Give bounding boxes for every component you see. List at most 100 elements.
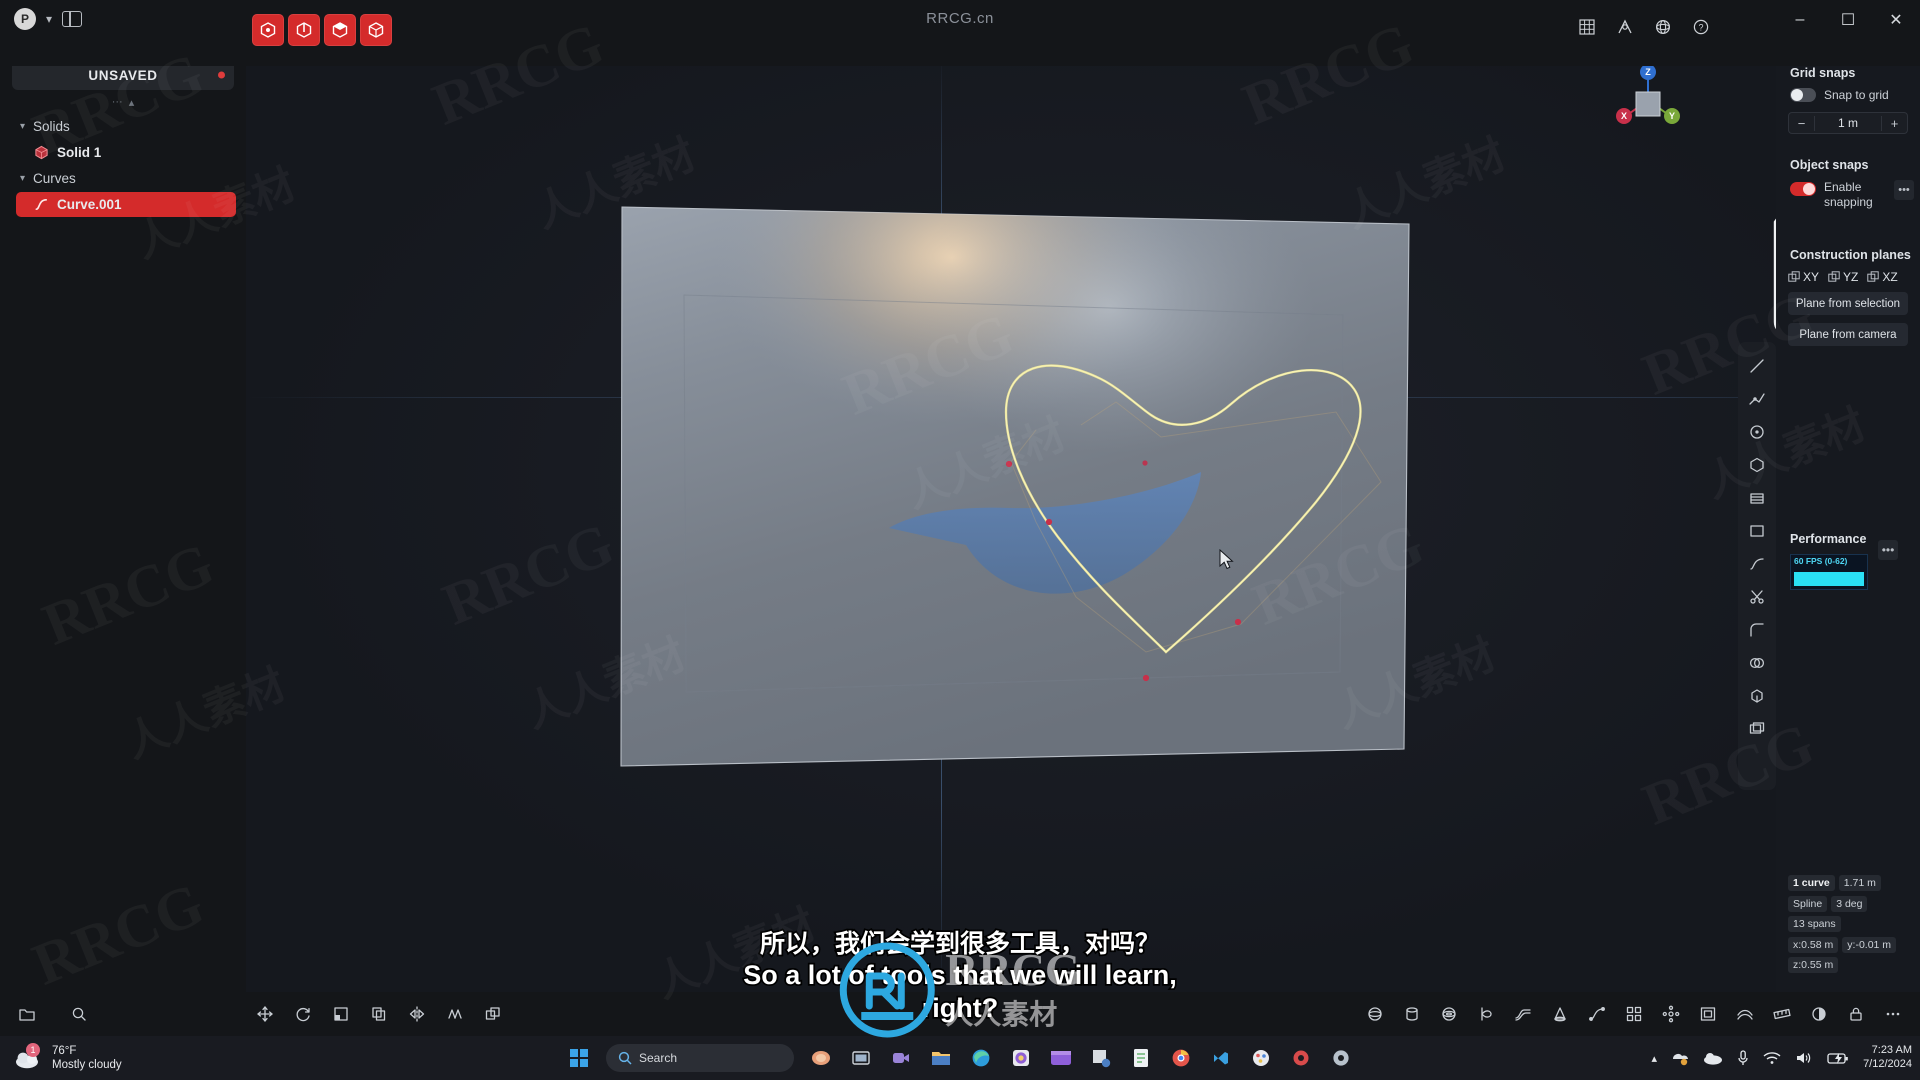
construction-plane-yz[interactable]: YZ — [1828, 270, 1858, 284]
tree-item-curve-001[interactable]: Curve.001 — [16, 192, 236, 217]
tree-group-solids[interactable]: ▾ Solids — [0, 115, 246, 138]
modeling-tools-strip[interactable] — [1738, 342, 1776, 790]
cone-primitive[interactable] — [1545, 999, 1575, 1029]
move-tool[interactable] — [250, 999, 280, 1029]
revolve-tool[interactable] — [1471, 999, 1501, 1029]
close-button[interactable]: ✕ — [1872, 0, 1920, 40]
copy-tool[interactable] — [364, 999, 394, 1029]
windows-taskbar[interactable]: 1 76°F Mostly cloudy Search ▴ 7:23 AM 7/… — [0, 1036, 1920, 1080]
material-tool[interactable] — [1804, 999, 1834, 1029]
cylinder-primitive[interactable] — [1397, 999, 1427, 1029]
more-tools[interactable] — [1878, 999, 1908, 1029]
performance-more-button[interactable]: ••• — [1878, 540, 1898, 560]
sidebar-drag-handle[interactable]: ··· ▴ — [0, 96, 246, 109]
windows-start-icon[interactable] — [566, 1045, 592, 1071]
select-solids-button[interactable] — [360, 14, 392, 46]
toggle-sidebar-icon[interactable] — [62, 11, 83, 27]
xray-icon[interactable] — [1652, 16, 1674, 38]
polyline-tool[interactable] — [1742, 383, 1772, 414]
offset-tool[interactable] — [1742, 713, 1772, 744]
thicken-tool[interactable] — [1730, 999, 1760, 1029]
scale-tool[interactable] — [326, 999, 356, 1029]
3d-viewport[interactable]: Z X Y — [246, 52, 1920, 992]
view-options-group[interactable]: ? — [1576, 16, 1712, 38]
avatar[interactable]: P — [14, 8, 36, 30]
scene-tree[interactable]: ▾ Solids Solid 1 ▾ Curves Curve.001 — [0, 115, 246, 217]
chevron-up-icon[interactable]: ▴ — [1652, 1052, 1658, 1065]
window-controls[interactable]: – ☐ ✕ — [1776, 0, 1920, 52]
rotate-tool[interactable] — [288, 999, 318, 1029]
sweep-tool[interactable] — [1582, 999, 1612, 1029]
vscode-icon[interactable] — [1208, 1045, 1234, 1071]
gizmo-axis-x[interactable]: X — [1616, 108, 1632, 124]
copilot-icon[interactable] — [808, 1045, 834, 1071]
selection-mode-group[interactable] — [252, 14, 392, 46]
shell-tool[interactable] — [1693, 999, 1723, 1029]
select-faces-button[interactable] — [324, 14, 356, 46]
circle-tool[interactable] — [1742, 416, 1772, 447]
extrude-tool[interactable] — [1742, 680, 1772, 711]
bottom-left-tools[interactable] — [12, 999, 94, 1029]
sphere-primitive[interactable] — [1360, 999, 1390, 1029]
bottom-toolbar[interactable] — [0, 992, 1920, 1036]
chevron-down-icon[interactable]: ▾ — [20, 121, 25, 132]
tree-item-solid-1[interactable]: Solid 1 — [16, 140, 236, 165]
pattern-tool[interactable] — [1619, 999, 1649, 1029]
plane-from-camera-button[interactable]: Plane from camera — [1788, 323, 1908, 346]
onedrive-sync-icon[interactable] — [1671, 1050, 1689, 1066]
line-tool[interactable] — [1742, 350, 1772, 381]
torus-primitive[interactable] — [1434, 999, 1464, 1029]
file-explorer-icon[interactable] — [928, 1045, 954, 1071]
microphone-icon[interactable] — [1737, 1050, 1749, 1066]
fps-graph[interactable]: 60 FPS (0-62) — [1790, 554, 1868, 590]
measure-tool[interactable] — [1767, 999, 1797, 1029]
construction-plane-xy[interactable]: XY — [1788, 270, 1819, 284]
enable-snapping-row[interactable]: Enable snapping ••• — [1776, 180, 1920, 210]
snap-to-grid-row[interactable]: Snap to grid — [1776, 88, 1920, 102]
fillet-tool[interactable] — [1742, 614, 1772, 645]
plane-from-selection-button[interactable]: Plane from selection — [1788, 292, 1908, 315]
wifi-icon[interactable] — [1763, 1051, 1781, 1065]
grid-size-stepper[interactable]: − 1 m + — [1788, 112, 1908, 134]
outliner-sidebar[interactable]: UNSAVED ··· ▴ ▾ Solids Solid 1 ▾ Curves Curve… — [0, 52, 246, 1002]
radial-array-tool[interactable] — [1656, 999, 1686, 1029]
polygon-tool[interactable] — [1742, 449, 1772, 480]
construction-planes-row[interactable]: XY YZ XZ — [1776, 270, 1920, 284]
object-snaps-more-button[interactable]: ••• — [1894, 180, 1914, 200]
array-tool[interactable] — [440, 999, 470, 1029]
transform-tools[interactable] — [250, 999, 508, 1029]
paint-icon[interactable] — [1248, 1045, 1274, 1071]
weather-widget[interactable]: 1 76°F Mostly cloudy — [14, 1043, 122, 1073]
gizmo-axis-y[interactable]: Y — [1664, 108, 1680, 124]
curve-tool[interactable] — [1742, 548, 1772, 579]
screenshot-tool-icon[interactable] — [1088, 1045, 1114, 1071]
chrome-icon[interactable] — [1168, 1045, 1194, 1071]
duplicate-tool[interactable] — [478, 999, 508, 1029]
properties-panel[interactable]: Grid snaps Snap to grid − 1 m + Object s… — [1776, 52, 1920, 992]
creation-tools[interactable] — [1360, 999, 1908, 1029]
gizmo-axis-z[interactable]: Z — [1640, 64, 1656, 80]
minimize-button[interactable]: – — [1776, 0, 1824, 40]
video-editor-icon[interactable] — [1048, 1045, 1074, 1071]
lock-tool[interactable] — [1841, 999, 1871, 1029]
zoom-button[interactable] — [64, 999, 94, 1029]
notepad-icon[interactable] — [1128, 1045, 1154, 1071]
plasticity-icon[interactable] — [1288, 1045, 1314, 1071]
enable-snapping-toggle[interactable] — [1790, 182, 1816, 196]
edge-icon[interactable] — [968, 1045, 994, 1071]
grid-size-increment[interactable]: + — [1881, 115, 1907, 131]
grid-size-decrement[interactable]: − — [1789, 115, 1815, 131]
taskbar-apps[interactable]: Search — [566, 1044, 1354, 1072]
loft-tool[interactable] — [1508, 999, 1538, 1029]
grid-view-icon[interactable] — [1576, 16, 1598, 38]
handle-chevron-icon[interactable]: ▴ — [129, 96, 135, 109]
open-folder-button[interactable] — [12, 999, 42, 1029]
teams-icon[interactable] — [888, 1045, 914, 1071]
settings-icon[interactable] — [1328, 1045, 1354, 1071]
chevron-down-icon[interactable]: ▾ — [20, 173, 25, 184]
mirror-tool[interactable] — [402, 999, 432, 1029]
taskbar-clock[interactable]: 7:23 AM 7/12/2024 — [1863, 1044, 1912, 1072]
select-points-button[interactable] — [252, 14, 284, 46]
help-icon[interactable]: ? — [1690, 16, 1712, 38]
taskbar-search[interactable]: Search — [606, 1044, 794, 1072]
